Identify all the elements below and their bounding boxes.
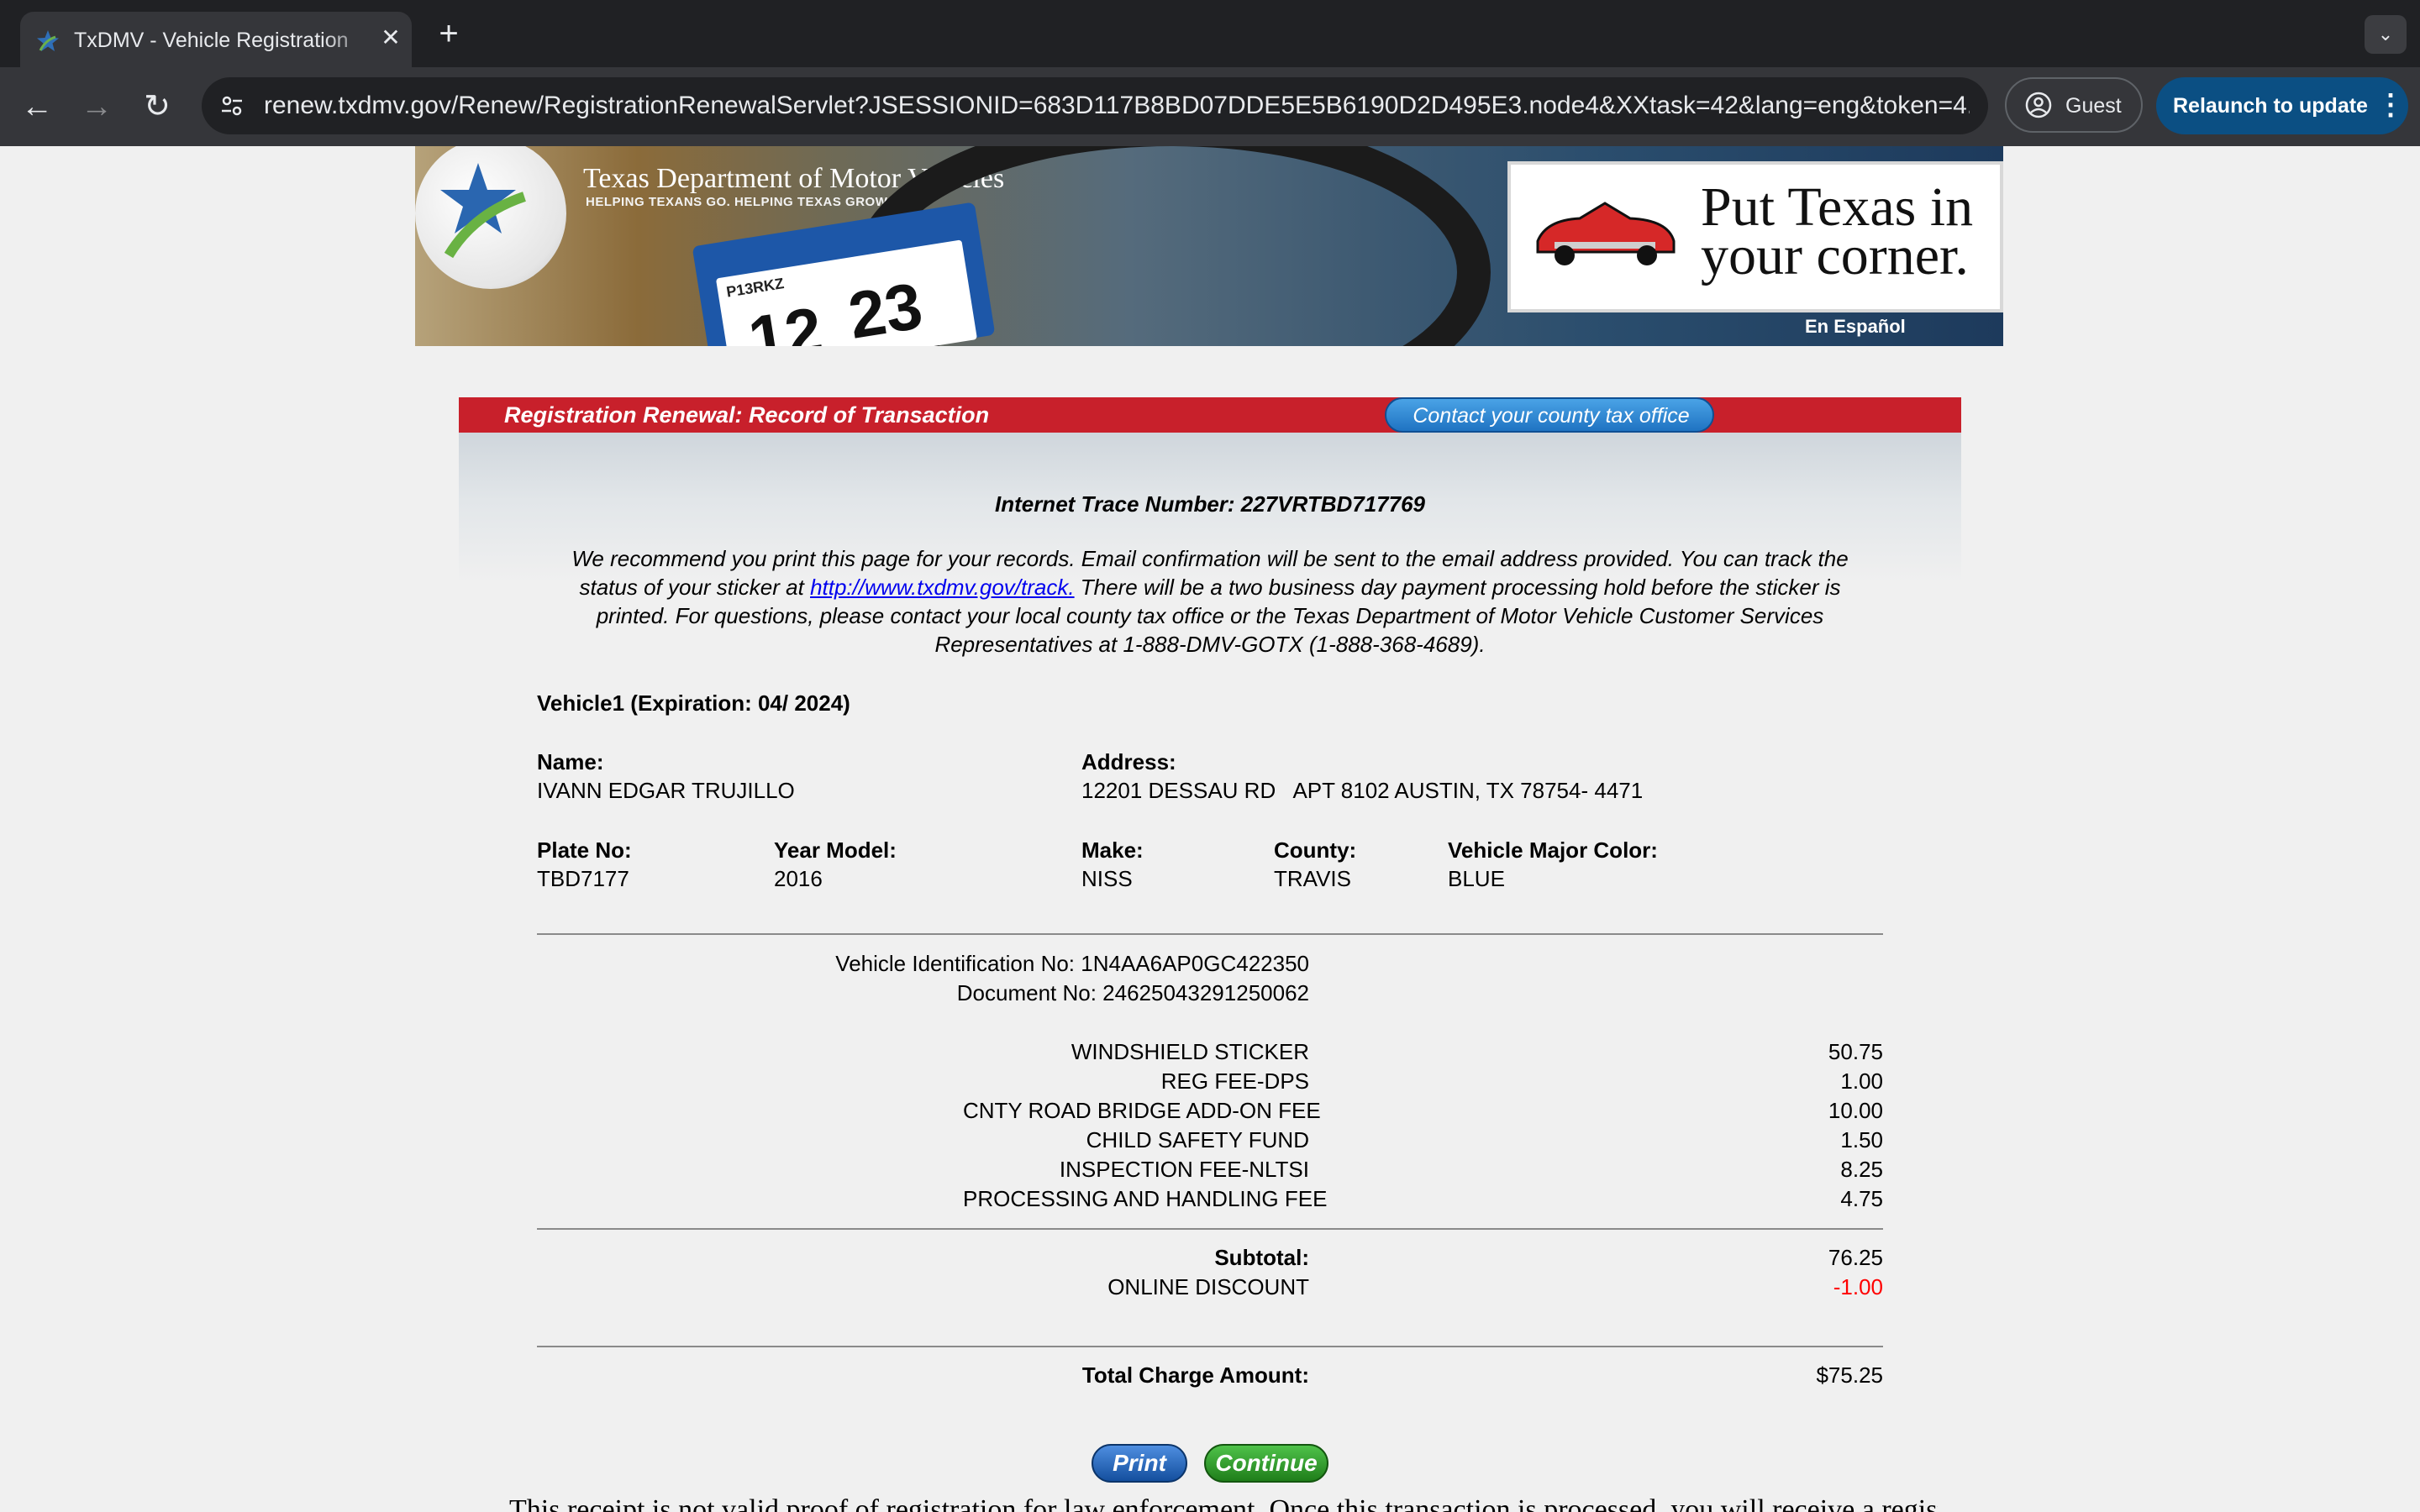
year-model-value: 2016: [774, 866, 823, 891]
txdmv-star-logo-icon: [440, 163, 526, 259]
subtotal-label: Subtotal:: [1214, 1245, 1309, 1270]
make-value: NISS: [1081, 866, 1133, 891]
track-sticker-link[interactable]: http://www.txdmv.gov/track.: [810, 575, 1075, 600]
divider: [537, 1228, 1883, 1230]
vehicle-heading: Vehicle1 (Expiration: 04/ 2024): [537, 690, 850, 716]
fee-label: CNTY ROAD BRIDGE ADD-ON FEE: [963, 1098, 1321, 1123]
close-tab-icon[interactable]: ✕: [376, 24, 405, 52]
relaunch-label: Relaunch to update: [2173, 94, 2368, 118]
browser-tab-active[interactable]: TxDMV - Vehicle Registration ✕: [20, 12, 412, 67]
fee-amount: 8.25: [1840, 1157, 1883, 1182]
plate-value: TBD7177: [537, 866, 629, 891]
address-bar[interactable]: renew.txdmv.gov/Renew/RegistrationRenewa…: [202, 77, 1988, 134]
ad-slogan-line2: your corner.: [1701, 225, 1969, 286]
more-menu-icon[interactable]: ⋮: [2376, 91, 2405, 121]
reload-icon[interactable]: ↻: [137, 87, 177, 127]
internet-trace-number: Internet Trace Number: 227VRTBD717769: [994, 491, 1426, 517]
plate-label: Plate No:: [537, 837, 632, 863]
fee-label: INSPECTION FEE-NLTSI: [1059, 1157, 1309, 1182]
name-value: IVANN EDGAR TRUJILLO: [537, 778, 795, 803]
divider: [537, 1346, 1883, 1347]
ad-slogan: Put Texas in your corner.: [1701, 180, 1973, 286]
contact-county-tax-office-button[interactable]: Contact your county tax office: [1385, 397, 1714, 433]
back-arrow-icon[interactable]: ←: [17, 87, 57, 127]
record-header-bar: Registration Renewal: Record of Transact…: [459, 397, 1961, 433]
fee-label: REG FEE-DPS: [1160, 1068, 1309, 1094]
print-button[interactable]: Print: [1092, 1444, 1187, 1483]
guest-profile-button[interactable]: Guest: [2005, 77, 2143, 133]
fee-amount: 1.00: [1840, 1068, 1883, 1094]
vin-line: Vehicle Identification No: 1N4AA6AP0GC42…: [835, 951, 1309, 976]
vehicle-color-label: Vehicle Major Color:: [1448, 837, 1658, 863]
sticker-month: 12: [744, 292, 828, 346]
county-value: TRAVIS: [1274, 866, 1351, 891]
fee-label: CHILD SAFETY FUND: [1086, 1127, 1309, 1152]
put-texas-in-your-corner-ad[interactable]: Put Texas in your corner.: [1507, 161, 2003, 312]
total-charge-label: Total Charge Amount:: [1081, 1362, 1309, 1388]
profile-avatar-icon: [2025, 92, 2052, 118]
fee-label: PROCESSING AND HANDLING FEE: [963, 1186, 1328, 1211]
sticker-face: P13RKZ 12 23: [715, 239, 978, 346]
subtotal-value: 76.25: [1828, 1245, 1883, 1270]
receipt-disclaimer-text: This receipt is not valid proof of regis…: [509, 1494, 1938, 1512]
online-discount-label: ONLINE DISCOUNT: [1107, 1274, 1309, 1299]
address-label: Address:: [1081, 749, 1176, 774]
fee-amount: 1.50: [1840, 1127, 1883, 1152]
vehicle-color-value: BLUE: [1448, 866, 1505, 891]
txdmv-logo[interactable]: [415, 146, 566, 289]
record-of-transaction: Registration Renewal: Record of Transact…: [459, 397, 1961, 1512]
sticker-year: 23: [843, 268, 928, 346]
address-value: 12201 DESSAU RD APT 8102 AUSTIN, TX 7875…: [1081, 778, 1644, 803]
name-label: Name:: [537, 749, 604, 774]
forward-arrow-icon[interactable]: →: [76, 87, 117, 127]
txdmv-banner: Texas Department of Motor Vehicles HELPI…: [415, 146, 2003, 346]
fee-label: WINDSHIELD STICKER: [1071, 1039, 1309, 1064]
contact-county-label: Contact your county tax office: [1413, 404, 1690, 428]
year-model-label: Year Model:: [774, 837, 897, 863]
url-text[interactable]: renew.txdmv.gov/Renew/RegistrationRenewa…: [264, 92, 1970, 120]
divider: [537, 933, 1883, 935]
continue-button[interactable]: Continue: [1204, 1444, 1328, 1483]
print-recommendation-notice: We recommend you print this page for you…: [551, 544, 1869, 659]
fee-amount: 50.75: [1828, 1039, 1883, 1064]
registration-sticker-graphic: P13RKZ 12 23: [692, 202, 996, 346]
document-number-line: Document No: 24625043291250062: [956, 980, 1309, 1005]
total-charge-value: $75.25: [1816, 1362, 1883, 1388]
tab-search-chevron-icon[interactable]: ⌄: [2365, 15, 2407, 54]
banner-tagline: HELPING TEXANS GO. HELPING TEXAS GROW.: [586, 195, 892, 209]
relaunch-to-update-button[interactable]: Relaunch to update ⋮: [2156, 77, 2408, 134]
record-header-title: Registration Renewal: Record of Transact…: [504, 402, 990, 428]
browser-tabstrip: TxDMV - Vehicle Registration ✕ + ⌄: [0, 0, 2420, 67]
tab-title-fade: [323, 12, 381, 67]
county-label: County:: [1274, 837, 1357, 863]
fee-amount: 10.00: [1828, 1098, 1883, 1123]
browser-toolbar: ← → ↻ renew.txdmv.gov/Renew/Registration…: [0, 67, 2420, 146]
en-espanol-link[interactable]: En Español: [1805, 316, 1906, 338]
new-tab-button[interactable]: +: [429, 15, 469, 52]
fee-amount: 4.75: [1840, 1186, 1883, 1211]
guest-label: Guest: [2065, 94, 2122, 118]
online-discount-value: -1.00: [1833, 1274, 1883, 1299]
txdmv-star-icon: [37, 30, 59, 51]
site-info-tune-icon[interactable]: [215, 89, 249, 123]
red-car-icon: [1536, 202, 1676, 265]
make-label: Make:: [1081, 837, 1144, 863]
